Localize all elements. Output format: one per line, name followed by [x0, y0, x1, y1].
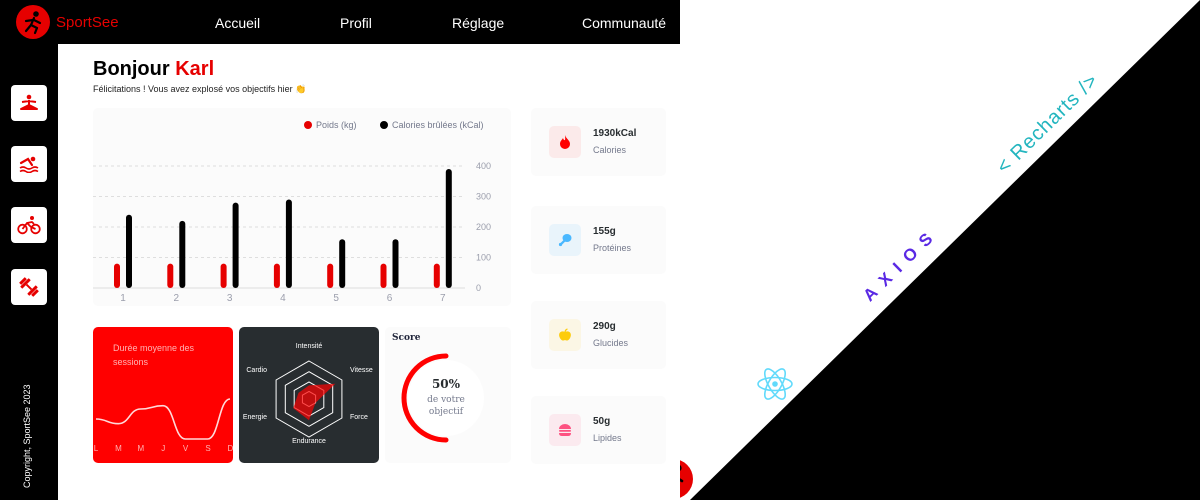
score-percent: 50%: [432, 377, 461, 391]
x-tick-label: 4: [280, 293, 286, 304]
carbs-value: 290g: [593, 321, 616, 332]
black-triangle: [690, 0, 1200, 500]
bar-calories: [392, 239, 399, 288]
score-text-line2: objectif: [429, 407, 464, 417]
radar-axis-label: Energie: [243, 414, 267, 421]
nav-communaute[interactable]: Communauté: [582, 15, 666, 31]
performance-card: Intensité Vitesse Force Endurance Energie Car…: [239, 327, 379, 463]
yoga-button[interactable]: [11, 85, 47, 121]
bar-weight: [380, 263, 387, 288]
showcase-stage: < Recharts /> AXIOS SportSee Accueil Pro…: [0, 0, 1200, 500]
swimming-button[interactable]: [11, 146, 47, 182]
nav-profil[interactable]: Profil: [340, 15, 372, 31]
app-name: SportSee: [56, 13, 119, 31]
apple-icon: [549, 319, 581, 351]
session-day-label: J: [161, 444, 165, 453]
x-tick-label: 1: [120, 293, 126, 304]
cycling-icon: [17, 216, 41, 235]
session-day-label: S: [205, 444, 210, 453]
x-tick-label: 5: [333, 293, 339, 304]
average-sessions-card: Durée moyenne des sessions LMMJVSD: [93, 327, 233, 463]
cycling-button[interactable]: [11, 207, 47, 243]
bar-calories: [179, 220, 186, 288]
y-tick-label: 300: [476, 192, 491, 202]
bar-calories: [285, 199, 292, 288]
x-tick-label: 2: [174, 293, 180, 304]
y-tick-label: 0: [476, 283, 481, 293]
radar-axis-label: Endurance: [292, 438, 326, 445]
x-tick-label: 6: [387, 293, 393, 304]
lipids-value: 50g: [593, 416, 611, 427]
bar-weight: [220, 263, 227, 288]
activity-bar-chart: 0 100 200 300 400 1 2 3 4 5 6 7: [93, 161, 491, 304]
user-first-name: Karl: [175, 58, 215, 80]
nav-accueil[interactable]: Accueil: [215, 15, 260, 31]
chicken-icon: [549, 224, 581, 256]
burger-icon: [549, 414, 581, 446]
radar-axis-label: Force: [350, 414, 368, 421]
keydata-lipids-card: 50g Lipides: [531, 396, 666, 464]
performance-radar-chart: Intensité Vitesse Force Endurance Energie Car…: [243, 343, 373, 445]
bar-calories: [126, 214, 132, 288]
y-tick-label: 100: [476, 253, 491, 263]
session-day-label: M: [115, 444, 122, 453]
keydata-calories-card: 1930kCal Calories: [531, 108, 666, 176]
daily-activity-card: Poids (kg) Calories brûlées (kCal) 0 100 2…: [93, 108, 511, 306]
y-tick-label: 400: [476, 161, 491, 171]
keydata-carbs-card: 290g Glucides: [531, 301, 666, 369]
session-day-label: L: [94, 444, 99, 453]
session-day-label: V: [183, 444, 189, 453]
weights-button[interactable]: [11, 269, 47, 305]
top-navbar: SportSee Accueil Profil Réglage Communau…: [0, 0, 680, 44]
bar-weight: [167, 263, 174, 288]
bar-calories: [445, 169, 452, 288]
dumbbell-icon: [19, 277, 39, 297]
yoga-icon: [20, 94, 38, 110]
page-title: Bonjour Karl: [93, 58, 214, 81]
bar-weight: [273, 263, 280, 288]
copyright-text: Copyright, SportSee 2023: [22, 384, 32, 488]
score-text-line1: de votre: [427, 395, 465, 405]
sessions-line-chart: LMMJVSD: [94, 398, 233, 453]
session-day-label: M: [137, 444, 144, 453]
runner-icon: [16, 5, 50, 39]
bar-calories: [232, 202, 239, 288]
greeting-hello: Bonjour: [93, 58, 170, 80]
calories-label: Calories: [593, 145, 627, 155]
session-day-label: D: [228, 444, 233, 453]
protein-label: Protéines: [593, 243, 632, 253]
score-radial-chart: 50% de votre objectif: [401, 353, 484, 443]
radar-axis-label: Vitesse: [350, 367, 373, 374]
bar-calories: [339, 239, 346, 288]
fire-icon: [549, 126, 581, 158]
bar-weight: [327, 263, 334, 288]
calories-value: 1930kCal: [593, 128, 637, 139]
x-tick-label: 7: [440, 293, 446, 304]
react-icon: [757, 368, 793, 400]
keydata-protein-card: 155g Protéines: [531, 206, 666, 274]
swimming-icon: [19, 156, 39, 173]
sportsee-app: SportSee Accueil Profil Réglage Communau…: [0, 0, 680, 500]
radar-axis-label: Intensité: [296, 343, 323, 350]
radar-axis-label: Cardio: [246, 367, 267, 374]
carbs-label: Glucides: [593, 338, 629, 348]
score-card: Score 50% de votre objectif: [385, 327, 511, 463]
lipids-label: Lipides: [593, 433, 622, 443]
app-logo[interactable]: SportSee: [16, 5, 119, 39]
bar-weight: [114, 263, 120, 288]
protein-value: 155g: [593, 226, 616, 237]
bar-weight: [433, 263, 440, 288]
activity-sidebar: Copyright, SportSee 2023: [0, 44, 58, 500]
x-tick-label: 3: [227, 293, 233, 304]
nav-reglage[interactable]: Réglage: [452, 15, 504, 31]
sessions-line: [95, 398, 231, 440]
y-tick-label: 200: [476, 222, 491, 232]
congrats-message: Félicitations ! Vous avez explosé vos ob…: [93, 84, 307, 94]
